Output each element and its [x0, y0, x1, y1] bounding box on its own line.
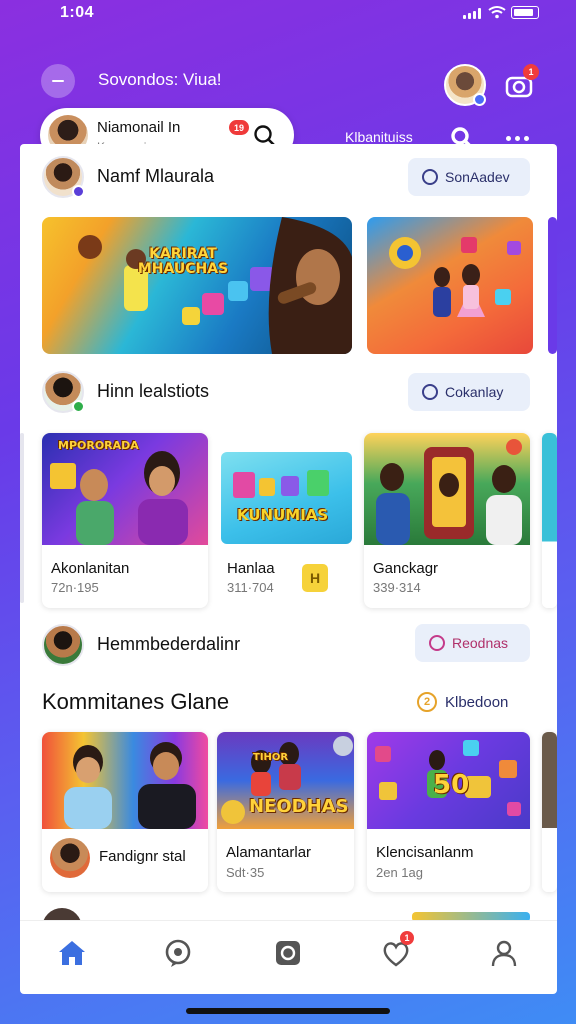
content-card[interactable] — [542, 433, 557, 608]
signal-icon — [463, 8, 483, 19]
banner-card[interactable] — [548, 217, 557, 354]
status-time: 1:04 — [60, 4, 95, 21]
avatar — [50, 838, 90, 878]
content-card[interactable]: KUNUMIAS Hanlaa 311·704 H — [218, 433, 354, 608]
circle-icon — [429, 635, 445, 651]
card-meta: 2en 1ag — [376, 865, 423, 880]
card-thumb-text: 50 — [433, 770, 470, 800]
circle-icon — [422, 169, 438, 185]
battery-icon — [511, 6, 539, 19]
row-action-button[interactable]: Cokanlay — [408, 373, 530, 411]
avatar[interactable] — [42, 624, 84, 666]
card-thumbnail — [42, 732, 208, 829]
card-thumbnail — [364, 433, 530, 545]
notification-badge: 1 — [523, 64, 539, 80]
notification-button[interactable]: 1 — [502, 64, 539, 102]
card-thumbnail: 50 — [367, 732, 530, 829]
row-title: Namf Mlaurala — [97, 166, 215, 186]
card-meta: 72n·195 — [51, 580, 99, 595]
card-thumb-text: MPORORADA — [58, 439, 139, 452]
banner-illustration — [389, 237, 521, 317]
card-title: Fandignr stal — [99, 848, 186, 865]
online-indicator — [72, 400, 85, 413]
card-sticker-icon: H — [302, 564, 328, 592]
row-title: Hemmbederdalinr — [97, 634, 241, 654]
online-indicator — [473, 93, 486, 106]
content-card[interactable] — [542, 732, 557, 892]
row-title: Hinn lealstiots — [97, 381, 210, 401]
card-thumb-text: NEODHAS — [249, 796, 349, 817]
profile-badge: 19 — [229, 120, 249, 135]
content-card[interactable]: 50 Klencisanlanm 2en 1ag — [367, 732, 530, 892]
card-title: Alamantarlar — [226, 844, 312, 861]
wifi-icon — [488, 6, 506, 19]
row-action-button[interactable]: Reodnas — [415, 624, 530, 662]
banner-card[interactable]: KARIRAT MHAUCHAS — [42, 217, 352, 354]
circle-icon — [422, 384, 438, 400]
content-card[interactable]: Fandignr stal — [42, 732, 208, 892]
card-meta: 311·704 — [227, 580, 274, 595]
app-bar: Sovondos: Viua! 1 Niamonail In 19 Kwomon… — [0, 28, 576, 162]
avatar[interactable] — [42, 371, 85, 413]
tab-profile[interactable] — [484, 933, 524, 973]
tab-chat[interactable] — [158, 933, 198, 973]
row-action-label: Reodnas — [452, 635, 509, 651]
card-thumb-text: TIHOR — [253, 752, 289, 763]
banner-title: KARIRAT MHAUCHAS — [137, 246, 229, 277]
card-title: Ganckagr — [373, 560, 439, 577]
card-thumbnail: MPORORADA — [42, 433, 208, 545]
avatar[interactable] — [42, 156, 85, 198]
card-meta: 339·314 — [373, 580, 421, 595]
card-title: Klencisanlanm — [376, 844, 474, 861]
home-indicator — [186, 1008, 390, 1014]
content-card[interactable]: MPORORADA Akonlanitan 72n·195 — [42, 433, 208, 608]
circle-icon: 2 — [417, 692, 437, 712]
tab-messages[interactable] — [268, 933, 308, 973]
chat-icon — [165, 939, 191, 967]
banner-card[interactable] — [367, 217, 533, 354]
card-thumb-text: KUNUMIAS — [237, 506, 329, 524]
message-icon — [276, 941, 300, 965]
tab-bar: 1 — [20, 920, 557, 990]
content-sheet: Namf Mlaurala SonAadev KARIRAT MHAUCHAS — [20, 144, 557, 994]
section-link-label: Klbedoon — [445, 693, 509, 711]
row-action-label: SonAadev — [445, 169, 510, 185]
row-action-button[interactable]: SonAadev — [408, 158, 530, 196]
content-card[interactable]: TIHOR NEODHAS Alamantarlar Sdt·35 — [217, 732, 354, 892]
profile-icon — [491, 940, 517, 967]
banner-illustration — [78, 217, 352, 354]
row-action-label: Cokanlay — [445, 384, 504, 400]
status-bar: 1:04 — [0, 0, 576, 28]
menu-button[interactable] — [41, 64, 75, 98]
card-meta: Sdt·35 — [226, 865, 265, 880]
card-thumbnail: KUNUMIAS — [221, 452, 352, 544]
home-icon — [59, 941, 85, 965]
row-header: Namf Mlaurala SonAadev — [20, 152, 557, 202]
card-title: Akonlanitan — [51, 560, 130, 577]
app-title: Sovondos: Viua! — [98, 70, 222, 89]
row-header: Hemmbederdalinr Reodnas — [20, 620, 557, 670]
section-link[interactable]: 2 Klbedoon — [417, 692, 508, 712]
favorites-badge: 1 — [400, 931, 414, 945]
tab-home[interactable] — [52, 933, 92, 973]
tab-favorites[interactable]: 1 — [376, 931, 416, 973]
profile-name: Niamonail In — [97, 119, 181, 136]
section-title: Kommitanes Glane — [42, 689, 230, 714]
appbar-link[interactable]: Klbanituiss — [345, 129, 413, 145]
card-thumbnail: TIHOR NEODHAS — [217, 732, 354, 829]
card-edge — [20, 433, 24, 603]
online-indicator — [72, 185, 85, 198]
content-card[interactable]: Ganckagr 339·314 — [364, 433, 530, 608]
row-header: Hinn lealstiots Cokanlay — [20, 367, 557, 417]
avatar[interactable] — [444, 64, 486, 106]
card-title: Hanlaa — [227, 560, 275, 577]
